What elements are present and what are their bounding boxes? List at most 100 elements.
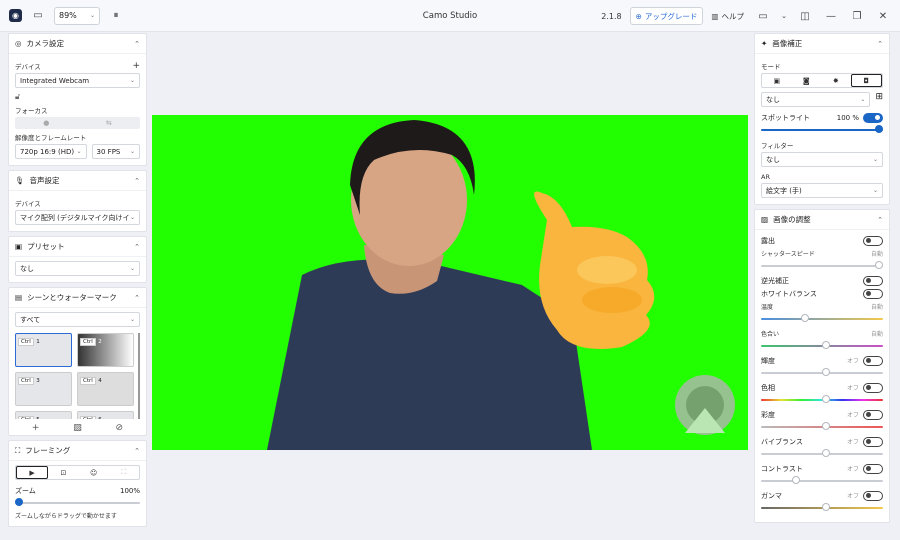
audio-device-label: デバイス (15, 200, 41, 208)
camera-settings-header[interactable]: ◎ カメラ設定 ⌃ (9, 34, 146, 54)
zoom-value: 89% (59, 11, 77, 20)
tint-slider[interactable] (761, 341, 883, 350)
add-scene-icon[interactable]: + (32, 423, 40, 433)
framing-face-button[interactable]: ⊡ (48, 466, 78, 479)
resolution-select[interactable]: 720p 16:9 (HD) ⌄ (15, 144, 87, 159)
mode-blur-button[interactable]: ◙ (792, 74, 822, 87)
camera-preview[interactable] (152, 115, 748, 450)
add-icon[interactable]: + (132, 61, 140, 71)
enhance-card: ✦ 画像補正 ⌃ モード ▣ ◙ ✸ ◘ なし ⌄ ⊞ スポットライト 100 % フィルター … (754, 33, 890, 205)
preset-icon: ▣ (15, 242, 23, 251)
mode-replace-button[interactable]: ✸ (821, 74, 851, 87)
contrast-slider[interactable] (761, 476, 883, 485)
help-label: ヘルプ (721, 11, 745, 21)
gamma-slider[interactable] (761, 503, 883, 512)
audio-settings-card: 🎙︎ 音声設定 ⌃ デバイス マイク配列 (デジタルマイク向けインテ...⌄ (8, 170, 147, 232)
camera-device-select[interactable]: Integrated Webcam ⌄ (15, 73, 140, 88)
lock-icon[interactable]: 🔓︎ (15, 92, 140, 102)
camera-output-icon[interactable]: ▭ (752, 5, 774, 27)
microphone-icon: 🎙︎ (15, 176, 25, 185)
hide-scene-icon[interactable]: ⊘ (116, 423, 124, 433)
focus-control[interactable]: ● ⇆ (15, 117, 140, 129)
adjust-title: 画像の調整 (773, 215, 811, 224)
preset-select[interactable]: なし ⌄ (15, 261, 140, 276)
camo-watermark-icon (675, 375, 735, 435)
scene-filter-select[interactable]: すべて ⌄ (15, 312, 140, 327)
zoom-select[interactable]: 89% ⌄ (54, 6, 100, 25)
mode-portrait-button[interactable]: ◘ (850, 74, 882, 87)
saturation-toggle[interactable] (863, 409, 883, 420)
framing-person-button[interactable]: ☺ (79, 466, 109, 479)
image-icon[interactable]: ▨ (73, 423, 82, 433)
enhance-header[interactable]: ✦ 画像補正 ⌃ (755, 34, 889, 54)
scene-thumb[interactable]: Ctrl 6 (77, 411, 134, 419)
saturation-slider[interactable] (761, 422, 883, 431)
title-bar: ◉ ▭ 89% ⌄ ⏸ Camo Studio 2.1.8 ⊕ アップグレード ▥ ヘ… (0, 0, 900, 32)
scene-thumb[interactable]: Ctrl 5 (15, 411, 72, 419)
ar-select[interactable]: 絵文字 (手) ⌄ (761, 183, 883, 198)
preset-value: なし (20, 264, 34, 273)
background-image-icon[interactable]: ⊞ (875, 92, 883, 107)
vibrance-toggle[interactable] (863, 436, 883, 447)
scenes-icon: ▤ (15, 293, 23, 302)
hue-label: 色相 (761, 383, 775, 392)
hue-off: オフ (846, 385, 859, 392)
white-balance-toggle[interactable] (863, 288, 883, 299)
framing-card: ⛶ フレーミング ⌃ ▶ ⊡ ☺ ⛶ ズーム 100% ズームしながらドラッグで動かせます (8, 440, 147, 527)
tint-auto: 自動 (870, 331, 883, 338)
audio-device-select[interactable]: マイク配列 (デジタルマイク向けインテ...⌄ (15, 210, 140, 225)
scenes-header[interactable]: ▤ シーンとウォーターマーク ⌃ (9, 288, 146, 308)
maximize-button[interactable]: ❐ (846, 5, 868, 27)
preset-title: プリセット (27, 242, 65, 251)
scene-thumb[interactable]: Ctrl 1 (15, 333, 72, 367)
scene-thumb[interactable]: Ctrl 2 (77, 333, 134, 367)
resolution-label: 解像度とフレームレート (15, 134, 87, 142)
chevron-down-icon: ⌄ (872, 156, 878, 163)
brightness-slider[interactable] (761, 368, 883, 377)
framing-manual-button[interactable]: ▶ (16, 466, 49, 479)
framing-auto-button[interactable]: ⛶ (109, 466, 139, 479)
shutter-slider[interactable] (761, 261, 883, 270)
filter-select[interactable]: なし ⌄ (761, 152, 883, 167)
scene-shortcut-key: Ctrl (18, 416, 34, 419)
scene-thumb[interactable]: Ctrl 4 (77, 372, 134, 406)
sidebar-toggle-icon[interactable]: ▭ (28, 6, 48, 26)
audio-settings-header[interactable]: 🎙︎ 音声設定 ⌃ (9, 171, 146, 191)
hue-slider[interactable] (761, 395, 883, 404)
adjust-card: ▨ 画像の調整 ⌃ 露出 シャッタースピード 自動 逆光補正 ホワイトバランス 温度自… (754, 209, 890, 523)
chevron-down-icon: ⌄ (872, 187, 878, 194)
audio-device-value: マイク配列 (デジタルマイク向けインテ... (20, 213, 130, 222)
minimize-button[interactable]: — (820, 5, 842, 27)
mode-off-button[interactable]: ▣ (762, 74, 792, 87)
exposure-toggle[interactable] (863, 235, 883, 246)
adjust-header[interactable]: ▨ 画像の調整 ⌃ (755, 210, 889, 230)
chevron-down-icon: ⌄ (129, 214, 135, 221)
backlight-toggle[interactable] (863, 275, 883, 286)
scene-thumb[interactable]: Ctrl 3 (15, 372, 72, 406)
close-button[interactable]: ✕ (872, 5, 894, 27)
image-adjust-icon: ▨ (761, 215, 769, 224)
filter-value: なし (766, 155, 780, 164)
zoom-slider[interactable] (15, 498, 140, 507)
tint-label: 色合い (761, 331, 780, 338)
framing-header[interactable]: ⛶ フレーミング ⌃ (9, 441, 146, 461)
temperature-slider[interactable] (761, 314, 883, 323)
chevron-down-icon: ⌄ (129, 77, 135, 84)
spotlight-slider[interactable] (761, 125, 883, 134)
gamma-toggle[interactable] (863, 490, 883, 501)
hue-toggle[interactable] (863, 382, 883, 393)
spotlight-toggle[interactable] (863, 112, 883, 123)
background-select[interactable]: なし ⌄ (761, 92, 871, 107)
upgrade-button[interactable]: ⊕ アップグレード (629, 7, 704, 25)
panel-toggle-icon[interactable]: ◫ (794, 5, 816, 27)
brightness-toggle[interactable] (863, 355, 883, 366)
pause-icon[interactable]: ⏸ (106, 6, 126, 26)
fps-select[interactable]: 30 FPS ⌄ (91, 144, 140, 159)
contrast-toggle[interactable] (863, 463, 883, 474)
chevron-up-icon: ⌃ (134, 176, 140, 185)
preset-header[interactable]: ▣ プリセット ⌃ (9, 237, 146, 257)
vibrance-slider[interactable] (761, 449, 883, 458)
help-button[interactable]: ▥ ヘルプ (711, 11, 744, 22)
chevron-down-icon[interactable]: ⌄ (778, 5, 790, 27)
scene-shortcut-num: 1 (36, 339, 40, 345)
